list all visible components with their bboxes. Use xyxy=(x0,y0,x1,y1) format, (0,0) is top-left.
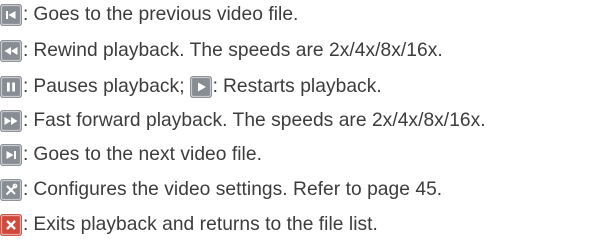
playback-controls-legend: : Goes to the previous video file. : Rew… xyxy=(0,0,616,250)
separator: : xyxy=(23,40,29,61)
item-description: Rewind playback. The speeds are 2x/4x/8x… xyxy=(33,40,443,61)
skip-previous-icon xyxy=(0,4,22,26)
settings-tools-icon xyxy=(0,179,22,201)
item-description: Goes to the next video file. xyxy=(33,144,262,165)
item-description-secondary: Restarts playback. xyxy=(222,76,382,97)
separator: : xyxy=(23,4,29,25)
item-description: Fast forward playback. The speeds are 2x… xyxy=(33,110,486,131)
play-icon xyxy=(189,76,212,98)
item-description: Exits playback and returns to the file l… xyxy=(33,214,378,235)
list-item-exit: : Exits playback and returns to the file… xyxy=(0,212,378,238)
separator: : xyxy=(23,144,29,165)
separator: : xyxy=(23,76,29,97)
list-item-previous: : Goes to the previous video file. xyxy=(0,2,298,28)
item-description: Goes to the previous video file. xyxy=(33,4,299,25)
separator: : xyxy=(23,214,29,235)
list-item-fast-forward: : Fast forward playback. The speeds are … xyxy=(0,108,486,134)
fast-forward-icon xyxy=(0,110,22,132)
separator: : xyxy=(23,110,29,131)
list-item-rewind: : Rewind playback. The speeds are 2x/4x/… xyxy=(0,38,443,64)
item-description: Pauses playback; xyxy=(33,76,185,97)
separator: : xyxy=(212,76,218,97)
list-item-pause: : Pauses playback; : Restarts playback. xyxy=(0,74,382,100)
exit-close-icon xyxy=(0,214,22,236)
rewind-icon xyxy=(0,40,22,62)
item-description: Configures the video settings. Refer to … xyxy=(33,179,443,200)
list-item-settings: : Configures the video settings. Refer t… xyxy=(0,177,442,203)
separator: : xyxy=(23,179,29,200)
list-item-next: : Goes to the next video file. xyxy=(0,142,262,168)
pause-icon xyxy=(0,76,22,98)
skip-next-icon xyxy=(0,144,22,166)
